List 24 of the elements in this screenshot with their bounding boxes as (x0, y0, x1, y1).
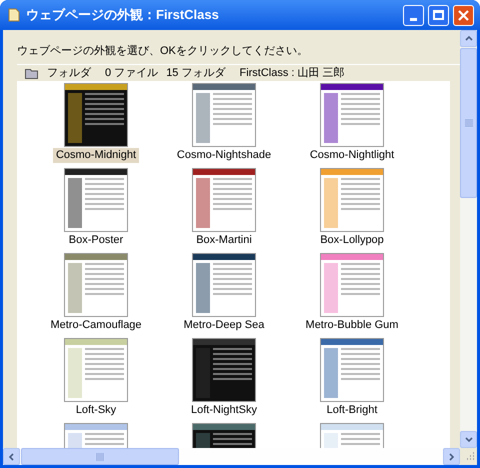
instruction-text: ウェブページの外観を選び、OKをクリックしてください。 (17, 44, 309, 59)
folder-icon (25, 68, 39, 78)
scroll-down-button[interactable] (460, 431, 477, 448)
folder-location: FirstClass : 山田 三郎 (239, 66, 345, 81)
minimize-button[interactable] (403, 4, 424, 26)
vertical-scrollbar[interactable] (460, 30, 477, 448)
grip-icon (464, 119, 472, 127)
theme-label[interactable]: Cosmo-Midnight (52, 148, 140, 163)
document-icon (6, 7, 22, 23)
resize-grip-icon[interactable] (464, 452, 475, 463)
grip-icon (96, 452, 104, 460)
scroll-left-button[interactable] (3, 448, 20, 465)
window-title: ウェブページの外観：FirstClass (26, 6, 220, 24)
scroll-thumb[interactable] (21, 448, 179, 465)
scroll-up-button[interactable] (460, 30, 477, 47)
close-icon (458, 10, 469, 20)
folder-count: 15 フォルダ (166, 66, 226, 81)
folder-type: フォルダ (47, 66, 91, 81)
file-count: 0 ファイル (105, 66, 158, 81)
close-button[interactable] (453, 4, 474, 26)
horizontal-scrollbar[interactable] (3, 448, 460, 465)
scroll-right-button[interactable] (443, 448, 460, 465)
scroll-thumb[interactable] (460, 48, 477, 198)
maximize-button[interactable] (428, 4, 449, 26)
